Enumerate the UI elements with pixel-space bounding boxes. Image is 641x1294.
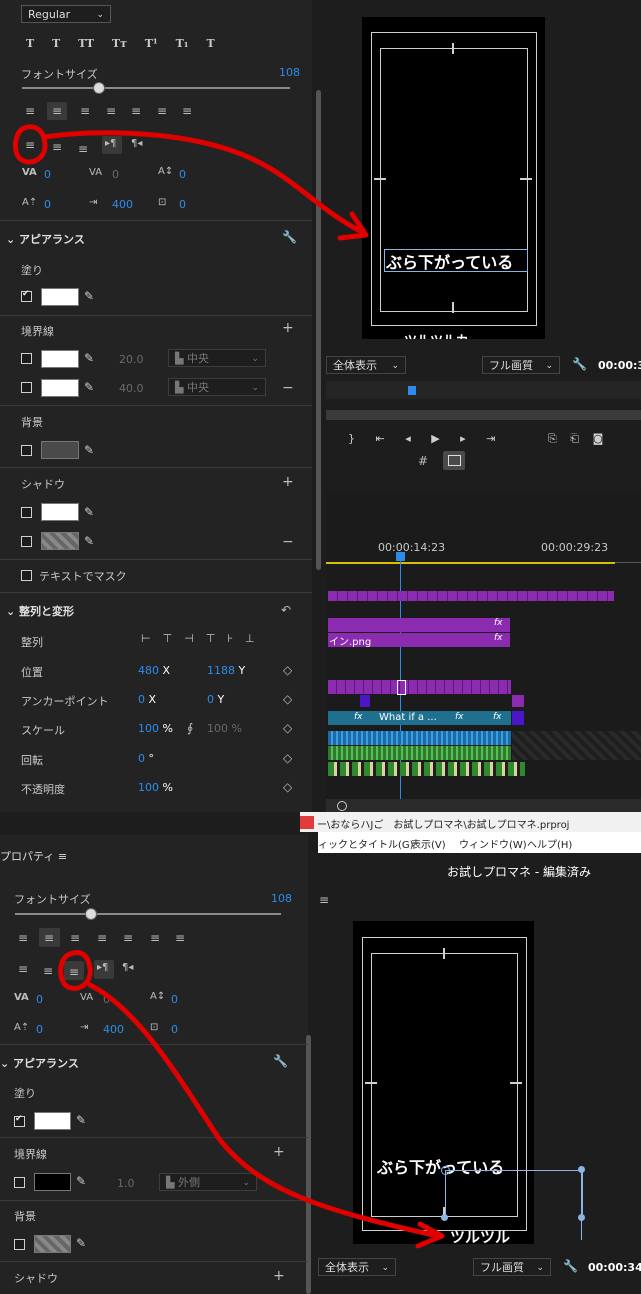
highlight-circle: [13, 124, 48, 165]
annotation-arrow: [87, 982, 441, 1239]
annotation-arrow: [41, 130, 365, 235]
annotation-overlay: [13, 124, 445, 1249]
highlight-circle: [58, 950, 93, 991]
